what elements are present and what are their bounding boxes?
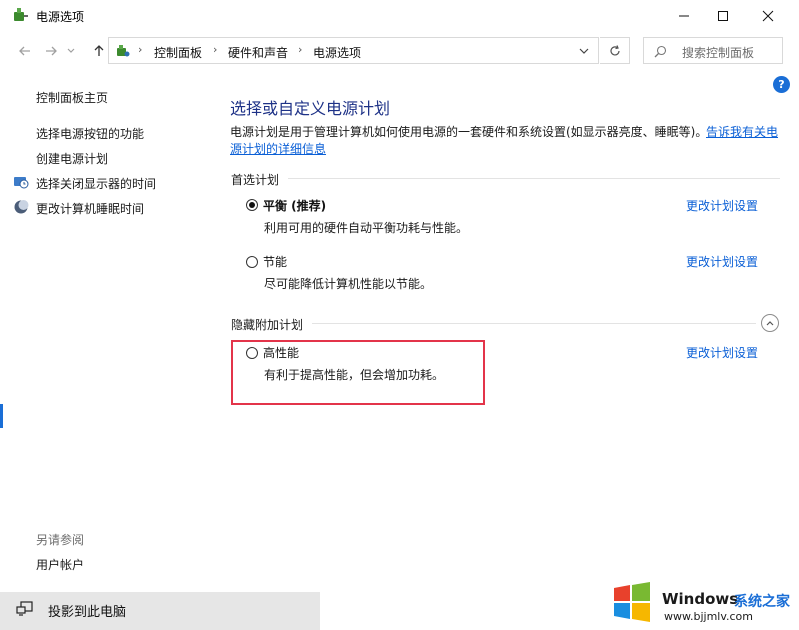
- up-button[interactable]: [88, 40, 110, 62]
- sidebar-item-create-plan[interactable]: 创建电源计划: [36, 150, 108, 167]
- breadcrumb-separator: ›: [213, 43, 218, 56]
- change-plan-settings-power-saver[interactable]: 更改计划设置: [686, 253, 758, 270]
- learn-more-link[interactable]: 告诉我有关电: [706, 123, 778, 140]
- breadcrumb-hardware-sound[interactable]: 硬件和声音: [228, 44, 288, 61]
- change-plan-settings-balanced[interactable]: 更改计划设置: [686, 197, 758, 214]
- project-screen-icon: [16, 601, 33, 616]
- sidebar-item-sleep-time[interactable]: 更改计算机睡眠时间: [36, 200, 144, 217]
- watermark-brand: Windows: [662, 590, 739, 608]
- breadcrumb-control-panel[interactable]: 控制面板: [154, 44, 202, 61]
- minimize-icon: [679, 15, 689, 17]
- radio-selected-dot: [249, 202, 255, 208]
- chevron-up-icon: [766, 321, 774, 326]
- back-button[interactable]: [14, 40, 36, 62]
- search-icon: [654, 45, 667, 58]
- forward-button[interactable]: [40, 40, 62, 62]
- up-arrow-icon: [94, 45, 104, 56]
- breadcrumb-separator: ›: [298, 43, 303, 56]
- section-divider: [312, 323, 756, 324]
- change-plan-settings-high-performance[interactable]: 更改计划设置: [686, 344, 758, 361]
- project-to-pc-item[interactable]: 投影到此电脑: [48, 601, 126, 620]
- refresh-button[interactable]: [600, 37, 630, 64]
- plan-name-power-saver[interactable]: 节能: [263, 253, 287, 270]
- radio-power-saver[interactable]: [246, 256, 258, 268]
- display-clock-icon: [14, 177, 29, 189]
- address-dropdown-icon[interactable]: [579, 46, 589, 56]
- refresh-icon: [609, 44, 620, 55]
- close-button[interactable]: [745, 0, 791, 32]
- plan-name-balanced[interactable]: 平衡 (推荐): [263, 197, 326, 214]
- section-divider: [288, 178, 780, 179]
- see-also-user-accounts[interactable]: 用户帐户: [36, 556, 84, 573]
- see-also-title: 另请参阅: [36, 533, 85, 547]
- radio-balanced[interactable]: [246, 199, 258, 211]
- plan-desc-power-saver: 尽可能降低计算机性能以节能。: [264, 277, 433, 291]
- help-icon[interactable]: ?: [773, 76, 790, 93]
- sidebar-home-link[interactable]: 控制面板主页: [36, 89, 108, 106]
- collapse-hidden-plans-button[interactable]: [761, 314, 779, 332]
- page-title: 选择或自定义电源计划: [230, 99, 391, 118]
- breadcrumb-power-options[interactable]: 电源选项: [313, 44, 361, 61]
- highlight-annotation-box: [231, 340, 485, 405]
- watermark-cn-name: 系统之家: [734, 594, 790, 610]
- maximize-icon: [718, 11, 728, 21]
- plan-desc-balanced: 利用可用的硬件自动平衡功耗与性能。: [264, 221, 469, 235]
- search-placeholder: 搜索控制面板: [682, 46, 755, 60]
- intro-text: 电源计划是用于管理计算机如何使用电源的一套硬件和系统设置(如显示器亮度、睡眠等)…: [230, 125, 708, 139]
- breadcrumb-separator: ›: [138, 43, 143, 56]
- windows-logo-icon: [614, 582, 650, 622]
- window-title: 电源选项: [36, 10, 85, 24]
- hidden-plans-heading: 隐藏附加计划: [231, 318, 304, 332]
- power-options-icon: [14, 8, 28, 21]
- address-bar[interactable]: › 控制面板 › 硬件和声音 › 电源选项: [108, 37, 599, 64]
- sidebar-item-power-buttons[interactable]: 选择电源按钮的功能: [36, 125, 144, 142]
- chevron-down-icon: [67, 48, 75, 53]
- sidebar-item-display-off[interactable]: 选择关闭显示器的时间: [36, 175, 156, 192]
- watermark-url: www.bjjmlv.com: [664, 610, 753, 623]
- close-icon: [762, 10, 774, 22]
- sleep-moon-icon: [14, 200, 29, 214]
- left-edge-accent: [0, 404, 3, 428]
- back-arrow-icon: [19, 46, 30, 56]
- learn-more-link-continued[interactable]: 源计划的详细信息: [230, 140, 326, 157]
- control-panel-icon: [117, 45, 130, 57]
- preferred-plans-heading: 首选计划: [231, 173, 280, 187]
- maximize-button[interactable]: [700, 0, 746, 32]
- forward-arrow-icon: [46, 46, 57, 56]
- recent-dropdown[interactable]: [64, 40, 78, 62]
- search-box[interactable]: 搜索控制面板: [643, 37, 783, 64]
